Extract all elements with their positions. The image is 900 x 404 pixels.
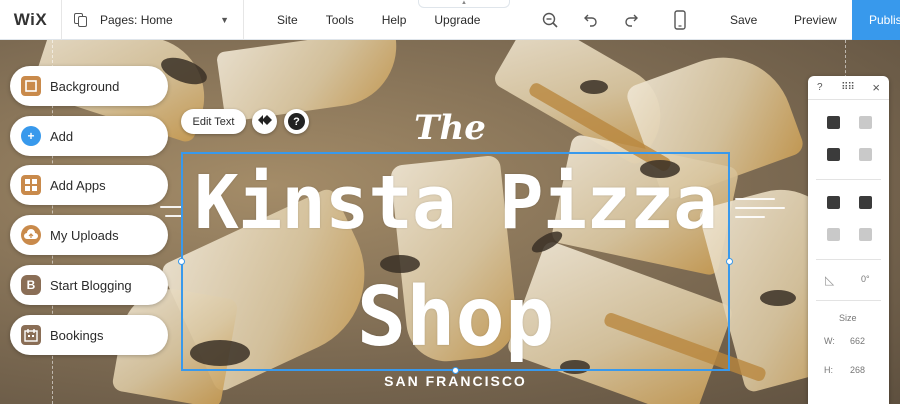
align-icon[interactable]	[827, 228, 840, 241]
paste-icon[interactable]	[859, 116, 872, 129]
mobile-view-icon[interactable]	[671, 0, 689, 40]
rotate-icon[interactable]: ◺	[825, 273, 834, 287]
duplicate-icon[interactable]	[827, 148, 840, 161]
size-label: Size	[839, 313, 857, 323]
left-panel-bookings[interactable]: Bookings	[10, 315, 168, 355]
height-label: H:	[824, 365, 833, 375]
speed-line	[735, 198, 775, 200]
apps-icon	[21, 175, 41, 195]
left-panel-label: My Uploads	[50, 227, 119, 243]
tools-panel: ? ⠿⠿ × ◺ 0° Size W: 662 H: 268	[808, 76, 889, 404]
olive	[760, 290, 796, 306]
rotation-value[interactable]: 0°	[861, 274, 870, 284]
menu-tools[interactable]: Tools	[326, 13, 354, 27]
publish-button[interactable]: Publish	[852, 0, 900, 40]
save-button[interactable]: Save	[730, 0, 757, 40]
menu-site[interactable]: Site	[277, 13, 298, 27]
copy-icon[interactable]	[827, 116, 840, 129]
menu-upgrade[interactable]: Upgrade	[434, 13, 480, 27]
left-panel-label: Add Apps	[50, 177, 106, 193]
help-button[interactable]: ?	[284, 109, 309, 134]
selected-text-element[interactable]	[178, 152, 733, 374]
left-panel-label: Background	[50, 78, 120, 94]
background-icon	[21, 76, 41, 96]
speed-line	[735, 216, 765, 218]
tools-panel-header[interactable]: ? ⠿⠿ ×	[808, 76, 889, 100]
olive	[580, 80, 608, 94]
drag-handle-icon[interactable]: ⠿⠿	[841, 82, 855, 93]
animation-icon	[257, 114, 273, 129]
divider	[816, 300, 881, 301]
resize-handle-bottom[interactable]	[452, 367, 459, 374]
editor-top-bar: WiX Pages: Home ▼ Site Tools Help Upgrad…	[0, 0, 900, 40]
height-value[interactable]: 268	[850, 365, 865, 375]
pages-dropdown[interactable]: Pages: Home ▼	[62, 0, 244, 40]
help-icon: ?	[288, 113, 305, 130]
bring-forward-icon[interactable]	[827, 196, 840, 209]
animation-button[interactable]	[252, 109, 277, 134]
speed-line	[735, 207, 785, 209]
top-menu: Site Tools Help Upgrade	[277, 13, 508, 27]
redo-icon[interactable]	[621, 0, 641, 40]
speed-line	[160, 206, 182, 208]
left-panel-background[interactable]: Background	[10, 66, 168, 106]
left-panel-add[interactable]: + Add	[10, 116, 168, 156]
calendar-icon	[21, 325, 41, 345]
left-panel-my-uploads[interactable]: My Uploads	[10, 215, 168, 255]
cloud-upload-icon	[21, 225, 41, 245]
pages-icon	[74, 12, 88, 27]
send-backward-icon[interactable]	[859, 196, 872, 209]
left-panel-label: Add	[50, 128, 74, 144]
collapse-toolbar-tab[interactable]: ▲	[418, 0, 510, 8]
left-panel-label: Bookings	[50, 327, 104, 343]
close-icon[interactable]: ×	[872, 80, 880, 95]
trash-icon[interactable]	[859, 148, 872, 161]
left-panel-label: Start Blogging	[50, 277, 132, 293]
preview-button[interactable]: Preview	[794, 0, 837, 40]
left-panel-start-blogging[interactable]: B Start Blogging	[10, 265, 168, 305]
wix-logo[interactable]: WiX	[0, 0, 62, 40]
blog-icon: B	[21, 275, 41, 295]
plus-icon: +	[21, 126, 41, 146]
resize-handle-left[interactable]	[178, 258, 185, 265]
menu-help[interactable]: Help	[382, 13, 407, 27]
divider	[816, 179, 881, 180]
left-panel-add-apps[interactable]: Add Apps	[10, 165, 168, 205]
tools-help-icon[interactable]: ?	[817, 82, 823, 93]
width-value[interactable]: 662	[850, 336, 865, 346]
chevron-down-icon: ▼	[220, 14, 229, 25]
zoom-out-icon[interactable]	[540, 0, 560, 40]
subtitle-text: SAN FRANCISCO	[384, 373, 527, 389]
pages-label: Pages: Home	[100, 12, 173, 27]
speed-line	[165, 215, 182, 217]
distribute-icon[interactable]	[859, 228, 872, 241]
undo-icon[interactable]	[581, 0, 601, 40]
edit-text-button[interactable]: Edit Text	[181, 109, 246, 134]
width-label: W:	[824, 336, 835, 346]
resize-handle-right[interactable]	[726, 258, 733, 265]
divider	[816, 259, 881, 260]
